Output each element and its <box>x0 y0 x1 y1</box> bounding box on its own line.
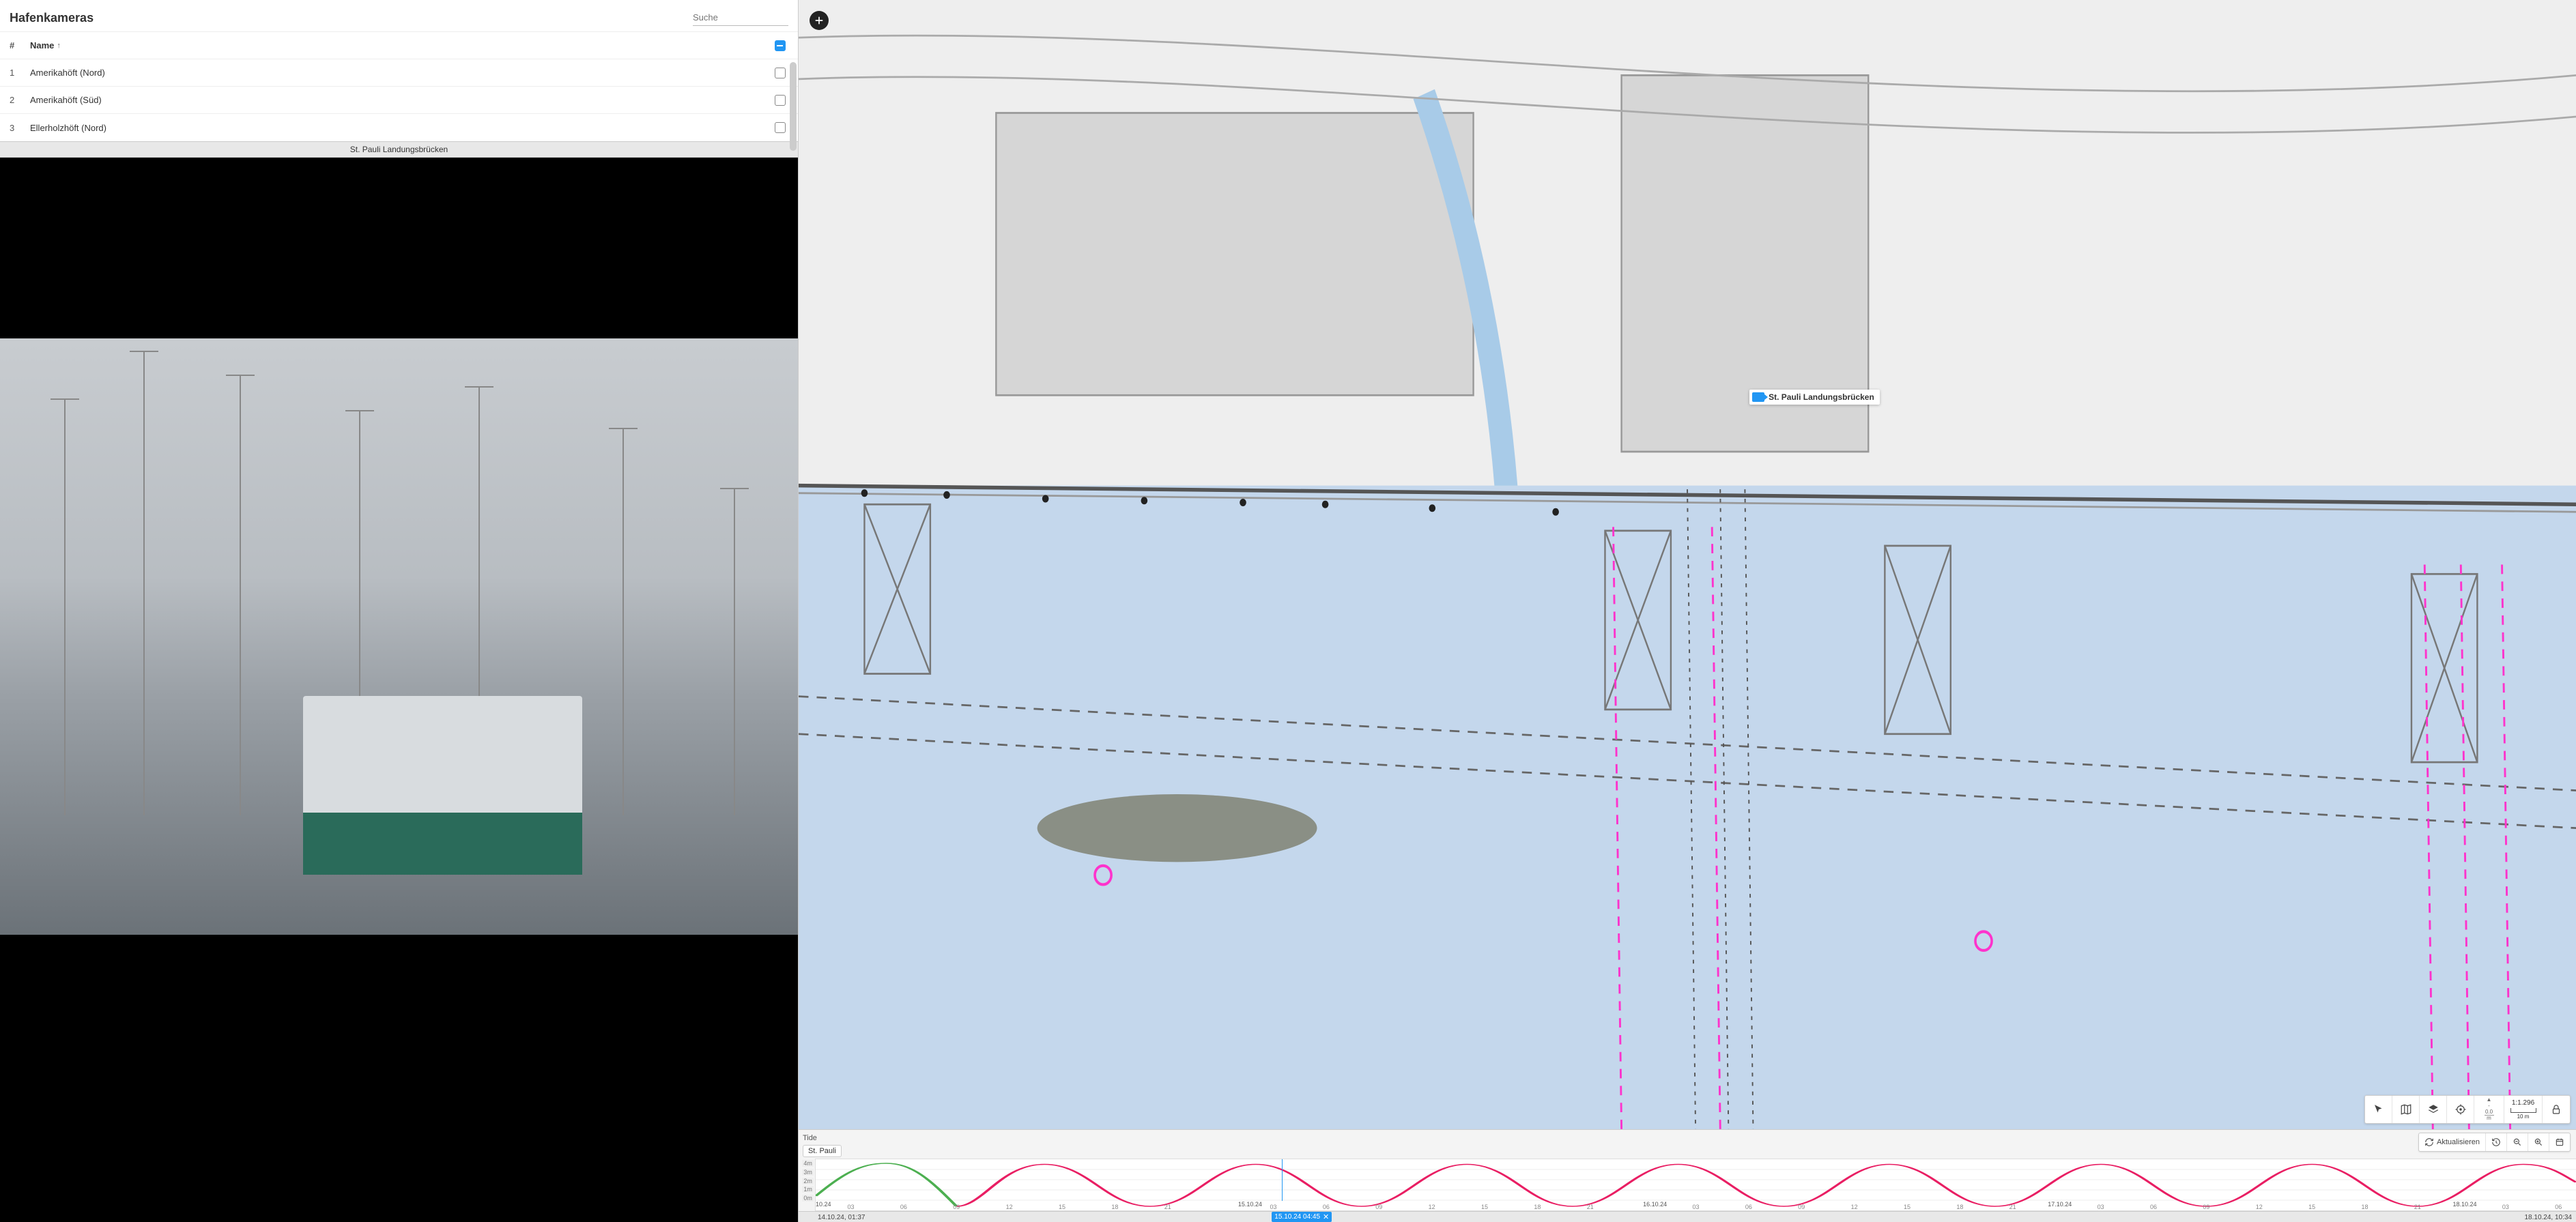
select-all-checkbox[interactable] <box>775 40 786 51</box>
layers-button[interactable] <box>2420 1096 2447 1123</box>
column-header-name[interactable]: Name ↑ <box>30 40 772 50</box>
table-row[interactable]: 1 Amerikahöft (Nord) <box>0 59 798 87</box>
table-row[interactable]: 3 Ellerholzhöft (Nord) <box>0 114 798 141</box>
column-header-number[interactable]: # <box>10 40 30 50</box>
scrollbar[interactable] <box>790 62 797 151</box>
basemap-button[interactable] <box>2392 1096 2420 1123</box>
search-input[interactable] <box>693 10 788 26</box>
zoom-out-button[interactable] <box>2507 1133 2528 1151</box>
row-checkbox[interactable] <box>775 95 786 106</box>
video-title: St. Pauli Landungsbrücken <box>0 141 798 158</box>
close-icon[interactable]: ✕ <box>1323 1212 1329 1221</box>
tide-time-marker[interactable] <box>1282 1159 1283 1201</box>
tide-station-tag[interactable]: St. Pauli <box>803 1145 842 1157</box>
expand-button[interactable] <box>810 11 829 30</box>
coordinate-readout: ▲ - 0.0 m <box>2474 1096 2504 1123</box>
tide-marker-badge[interactable]: 15.10.24 04:45 ✕ <box>1272 1212 1332 1222</box>
sort-asc-icon: ↑ <box>57 42 61 50</box>
video-player[interactable] <box>0 158 798 1222</box>
zoom-in-button[interactable] <box>2528 1133 2549 1151</box>
map-toolbar: ▲ - 0.0 m 1:1.296 10 m <box>2364 1095 2571 1124</box>
tide-title: Tide <box>803 1134 817 1142</box>
refresh-button[interactable]: Aktualisieren <box>2419 1133 2486 1151</box>
tide-panel: Tide St. Pauli Aktualisieren <box>799 1129 2576 1222</box>
table-row[interactable]: 2 Amerikahöft (Süd) <box>0 87 798 114</box>
camera-icon <box>1752 392 1764 402</box>
pointer-tool-button[interactable] <box>2365 1096 2392 1123</box>
map-camera-label[interactable]: St. Pauli Landungsbrücken <box>1749 390 1880 405</box>
tide-controls: Aktualisieren <box>2418 1133 2571 1152</box>
row-checkbox[interactable] <box>775 68 786 78</box>
tide-chart[interactable]: 03 06 09 12 15 18 21 03 06 09 12 15 18 2… <box>815 1159 2576 1211</box>
locate-button[interactable] <box>2447 1096 2474 1123</box>
map-svg <box>799 0 2576 1129</box>
history-button[interactable] <box>2486 1133 2507 1151</box>
map-canvas[interactable]: St. Pauli Landungsbrücken ▲ - <box>799 0 2576 1129</box>
row-checkbox[interactable] <box>775 122 786 133</box>
tide-y-axis: 4m 3m 2m 1m 0m <box>799 1159 815 1211</box>
scale-indicator: 1:1.296 10 m <box>2504 1096 2543 1123</box>
lock-button[interactable] <box>2543 1096 2570 1123</box>
tide-date-range: 14.10.24, 01:37 15.10.24 04:45 ✕ 18.10.2… <box>799 1211 2576 1222</box>
camera-list-title: Hafenkameras <box>10 11 94 25</box>
calendar-button[interactable] <box>2549 1133 2570 1151</box>
